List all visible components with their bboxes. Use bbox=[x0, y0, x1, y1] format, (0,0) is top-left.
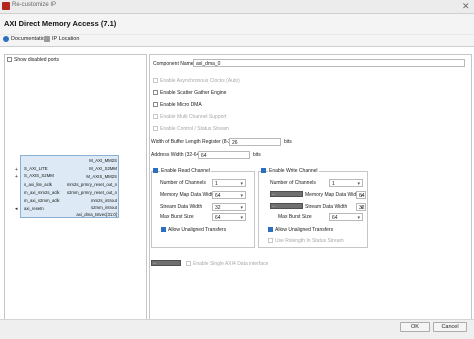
tab-ip-location[interactable]: IP Location bbox=[44, 36, 79, 42]
mm-width-indicator-icon: — bbox=[270, 191, 303, 197]
micro-dma-label: Enable Micro DMA bbox=[160, 102, 202, 108]
write-burst-label: Max Burst Size bbox=[278, 214, 312, 220]
dialog-header: AXI Direct Memory Access (7.1) bbox=[0, 14, 474, 34]
write-unaligned-label: Allow Unaligned Transfers bbox=[275, 227, 334, 233]
async-clocks-label: Enable Asynchronous Clocks (Auto) bbox=[160, 78, 240, 84]
write-channel-title: Enable Write Channel bbox=[268, 168, 319, 174]
read-unaligned-checkbox[interactable] bbox=[161, 227, 166, 232]
single-interface-indicator-icon: — bbox=[151, 260, 181, 266]
write-stream-width-label: Stream Data Width bbox=[305, 204, 348, 210]
stream-width-indicator-icon: — bbox=[270, 203, 303, 209]
pin-m-axi-mm2s-aclk: m_axi_mm2s_aclk bbox=[24, 190, 60, 195]
read-stream-width-select[interactable]: 32 bbox=[212, 203, 246, 212]
pin-mm2s-introut: mm2s_introut bbox=[90, 198, 117, 203]
buffer-length-input[interactable]: 26 bbox=[229, 138, 281, 146]
scatter-gather-label: Enable Scatter Gather Engine bbox=[160, 90, 227, 96]
read-channels-select[interactable]: 1 bbox=[212, 179, 246, 188]
pin-m-axis-mm2s: M_AXIS_MM2S bbox=[86, 174, 117, 179]
control-status-label: Enable Control / Status Stream bbox=[160, 126, 229, 132]
write-unaligned-checkbox[interactable] bbox=[268, 227, 273, 232]
write-mm-width-label: Memory Map Data Width bbox=[305, 192, 361, 198]
pin-mm2s-prmry-reset-out-n: mm2s_prmry_reset_out_n bbox=[66, 182, 117, 187]
read-channels-label: Number of Channels bbox=[160, 180, 206, 186]
write-channels-label: Number of Channels bbox=[270, 180, 316, 186]
close-icon[interactable]: ✕ bbox=[462, 1, 470, 11]
tab-documentation[interactable]: Documentation bbox=[3, 36, 48, 42]
read-burst-label: Max Burst Size bbox=[160, 214, 194, 220]
rxlength-label: Use Rxlength In Status Stream bbox=[275, 238, 344, 244]
pin-s2mm-prmry-reset-out-n: s2mm_prmry_reset_out_n bbox=[66, 190, 117, 195]
reset-arrow-icon: ◂ bbox=[15, 206, 18, 212]
single-interface-checkbox bbox=[186, 261, 191, 266]
write-mm-width-select[interactable]: 64 bbox=[356, 191, 366, 200]
buffer-length-label: Width of Buffer Length Register (8-26) bbox=[151, 139, 236, 145]
folder-icon bbox=[44, 36, 50, 42]
scatter-gather-checkbox[interactable] bbox=[153, 90, 158, 95]
write-burst-select[interactable]: 64 bbox=[329, 213, 363, 222]
write-channels-select[interactable]: 1 bbox=[329, 179, 363, 188]
cancel-button[interactable]: Cancel bbox=[433, 322, 467, 332]
pin-m-axi-mm2s: M_AXI_MM2S bbox=[89, 158, 117, 163]
pin-m-axi-s2mm-aclk: m_axi_s2mm_aclk bbox=[24, 198, 60, 203]
app-icon bbox=[2, 2, 10, 10]
tab-bar: Documentation IP Location bbox=[0, 35, 474, 47]
enable-read-channel-checkbox[interactable] bbox=[153, 168, 158, 173]
micro-dma-checkbox[interactable] bbox=[153, 102, 158, 107]
plus-icon[interactable]: + bbox=[15, 167, 18, 173]
pin-axi-resetn: axi_resetn bbox=[24, 206, 44, 211]
multi-channel-label: Enable Multi Channel Support bbox=[160, 114, 227, 120]
ok-button[interactable]: OK bbox=[400, 322, 430, 332]
pin-s-axi-lite-aclk: s_axi_lite_aclk bbox=[24, 182, 52, 187]
pin-s-axis-s2mm: S_AXIS_S2MM bbox=[24, 173, 54, 178]
pin-s-axi-lite: S_AXI_LITE bbox=[24, 166, 48, 171]
rxlength-checkbox bbox=[268, 238, 273, 243]
tab-label: Documentation bbox=[11, 36, 48, 42]
write-stream-width-select[interactable]: 32 bbox=[356, 203, 366, 212]
pin-s2mm-introut: s2mm_introut bbox=[90, 205, 117, 210]
address-width-unit: bits bbox=[253, 152, 261, 158]
window-titlebar: Re-customize IP ✕ bbox=[0, 0, 474, 14]
read-mm-width-select[interactable]: 64 bbox=[212, 191, 246, 200]
read-mm-width-label: Memory Map Data Width bbox=[160, 192, 216, 198]
buffer-length-unit: bits bbox=[284, 139, 292, 145]
read-burst-select[interactable]: 64 bbox=[212, 213, 246, 222]
address-width-input[interactable]: 64 bbox=[198, 151, 250, 159]
read-stream-width-label: Stream Data Width bbox=[160, 204, 203, 210]
multi-channel-checkbox bbox=[153, 114, 158, 119]
pin-m-axi-s2mm: M_AXI_S2MM bbox=[89, 166, 117, 171]
window-title: Re-customize IP bbox=[12, 2, 57, 8]
show-disabled-ports-label: Show disabled ports bbox=[14, 57, 60, 63]
control-status-checkbox bbox=[153, 126, 158, 131]
enable-write-channel-checkbox[interactable] bbox=[261, 168, 266, 173]
tab-label: IP Location bbox=[52, 36, 80, 42]
read-channel-title: Enable Read Channel bbox=[160, 168, 211, 174]
component-name-label: Component Name bbox=[153, 61, 194, 67]
single-interface-label: Enable Single AXI4 Data interface bbox=[193, 261, 269, 267]
address-width-label: Address Width (32-64) bbox=[151, 152, 202, 158]
component-name-input[interactable]: axi_dma_0 bbox=[193, 59, 465, 67]
plus-icon[interactable]: + bbox=[15, 174, 18, 180]
page-title: AXI Direct Memory Access (7.1) bbox=[4, 19, 117, 28]
async-clocks-checkbox bbox=[153, 78, 158, 83]
pin-axi-dma-tstvec: axi_dma_tstvec[31:0] bbox=[76, 212, 117, 217]
read-unaligned-label: Allow Unaligned Transfers bbox=[168, 227, 227, 233]
show-disabled-ports-checkbox[interactable] bbox=[7, 57, 12, 62]
info-icon bbox=[3, 36, 9, 42]
